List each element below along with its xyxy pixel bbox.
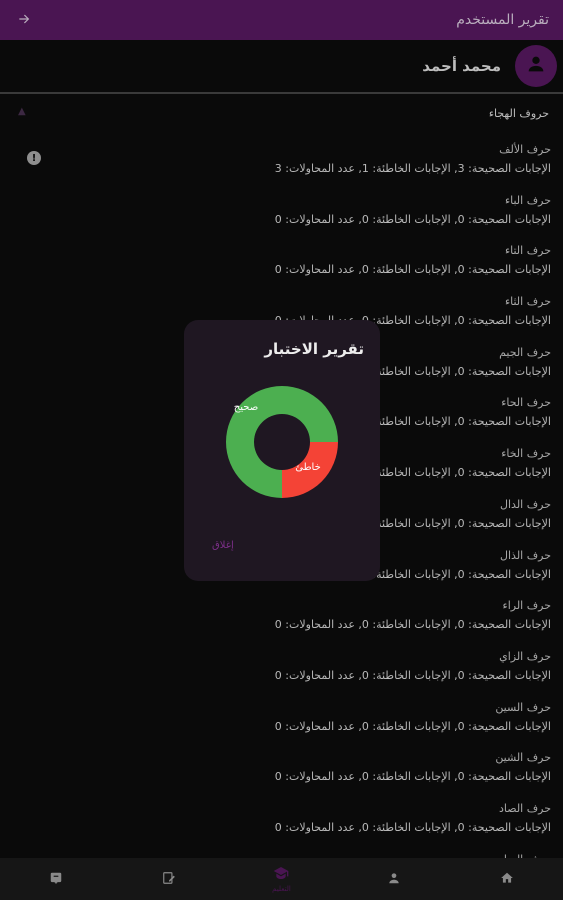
quiz-report-dialog: تقرير الاختبار خاطئ صحيح إغلاق bbox=[184, 320, 380, 581]
letter-stats: الإجابات الصحيحة: 0, الإجابات الخاطئة: 0… bbox=[274, 212, 551, 226]
person-icon bbox=[387, 870, 401, 889]
letter-name: حرف الجيم bbox=[499, 345, 551, 359]
edit-icon bbox=[162, 870, 176, 889]
category-header[interactable]: ▲ حروف الهجاء bbox=[0, 100, 563, 128]
chevron-up-icon[interactable]: ▲ bbox=[18, 106, 26, 117]
list-item: حرف الألف الإجابات الصحيحة: 3, الإجابات … bbox=[31, 136, 551, 187]
nav-item-profile[interactable] bbox=[359, 858, 429, 900]
letter-name: حرف الخاء bbox=[501, 447, 551, 461]
nav-label-learning: التعليم bbox=[272, 885, 291, 893]
letter-name: حرف الذال bbox=[500, 548, 551, 562]
school-icon bbox=[273, 865, 289, 884]
letter-name: حرف الشين bbox=[495, 751, 551, 765]
category-title: حروف الهجاء bbox=[488, 107, 549, 120]
donut-label-correct: صحيح bbox=[234, 402, 258, 413]
letter-stats: الإجابات الصحيحة: 0, الإجابات الخاطئة: 0… bbox=[274, 719, 551, 733]
quiz-icon bbox=[49, 870, 63, 889]
avatar bbox=[515, 45, 557, 87]
user-header: محمد أحمد bbox=[0, 40, 563, 94]
letter-name: حرف الثاء bbox=[504, 295, 551, 309]
letter-name: حرف الزاي bbox=[499, 649, 551, 663]
list-item: حرف الزاي الإجابات الصحيحة: 0, الإجابات … bbox=[31, 643, 551, 694]
letter-stats: الإجابات الصحيحة: 0, الإجابات الخاطئة: 0… bbox=[274, 618, 551, 632]
letter-name: حرف التاء bbox=[504, 244, 551, 258]
close-button[interactable]: إغلاق bbox=[212, 540, 234, 551]
letter-stats: الإجابات الصحيحة: 0, الإجابات الخاطئة: 0… bbox=[274, 668, 551, 682]
letter-stats: الإجابات الصحيحة: 0, الإجابات الخاطئة: 0… bbox=[274, 263, 551, 277]
arrow-right-icon[interactable] bbox=[14, 11, 34, 30]
letter-stats: الإجابات الصحيحة: 3, الإجابات الخاطئة: 1… bbox=[274, 162, 551, 175]
dialog-title: تقرير الاختبار bbox=[264, 340, 364, 358]
app-bar: تقرير المستخدم bbox=[0, 0, 563, 40]
list-item: حرف التاء الإجابات الصحيحة: 0, الإجابات … bbox=[31, 237, 551, 288]
letter-name: حرف الراء bbox=[502, 599, 551, 613]
list-item: حرف الصاد الإجابات الصحيحة: 0, الإجابات … bbox=[31, 795, 551, 846]
letter-name: حرف السين bbox=[495, 700, 551, 714]
page-title: تقرير المستخدم bbox=[456, 12, 549, 28]
letter-stats: الإجابات الصحيحة: 0, الإجابات الخاطئة: 0… bbox=[274, 770, 551, 784]
letter-name: حرف الألف bbox=[499, 143, 551, 156]
donut-label-wrong: خاطئ bbox=[295, 462, 321, 473]
bottom-navigation: التعليم bbox=[0, 858, 563, 900]
nav-item-home[interactable] bbox=[472, 858, 542, 900]
person-icon bbox=[525, 53, 547, 79]
list-item: حرف الراء الإجابات الصحيحة: 0, الإجابات … bbox=[31, 592, 551, 643]
nav-item-quiz[interactable] bbox=[21, 858, 91, 900]
letter-stats: الإجابات الصحيحة: 0, الإجابات الخاطئة: 0… bbox=[274, 820, 551, 834]
nav-item-edit[interactable] bbox=[134, 858, 204, 900]
list-item: حرف السين الإجابات الصحيحة: 0, الإجابات … bbox=[31, 694, 551, 745]
letter-name: حرف الصاد bbox=[499, 801, 551, 815]
donut-chart: خاطئ صحيح bbox=[226, 386, 338, 498]
letter-name: حرف الحاء bbox=[501, 396, 551, 410]
list-item: حرف الباء الإجابات الصحيحة: 0, الإجابات … bbox=[31, 187, 551, 238]
letter-name: حرف الدال bbox=[500, 497, 551, 511]
list-item: حرف الشين الإجابات الصحيحة: 0, الإجابات … bbox=[31, 744, 551, 795]
nav-item-learning[interactable]: التعليم bbox=[246, 858, 316, 900]
user-name: محمد أحمد bbox=[422, 57, 501, 75]
home-icon bbox=[500, 870, 514, 889]
letter-name: حرف الباء bbox=[504, 193, 551, 207]
